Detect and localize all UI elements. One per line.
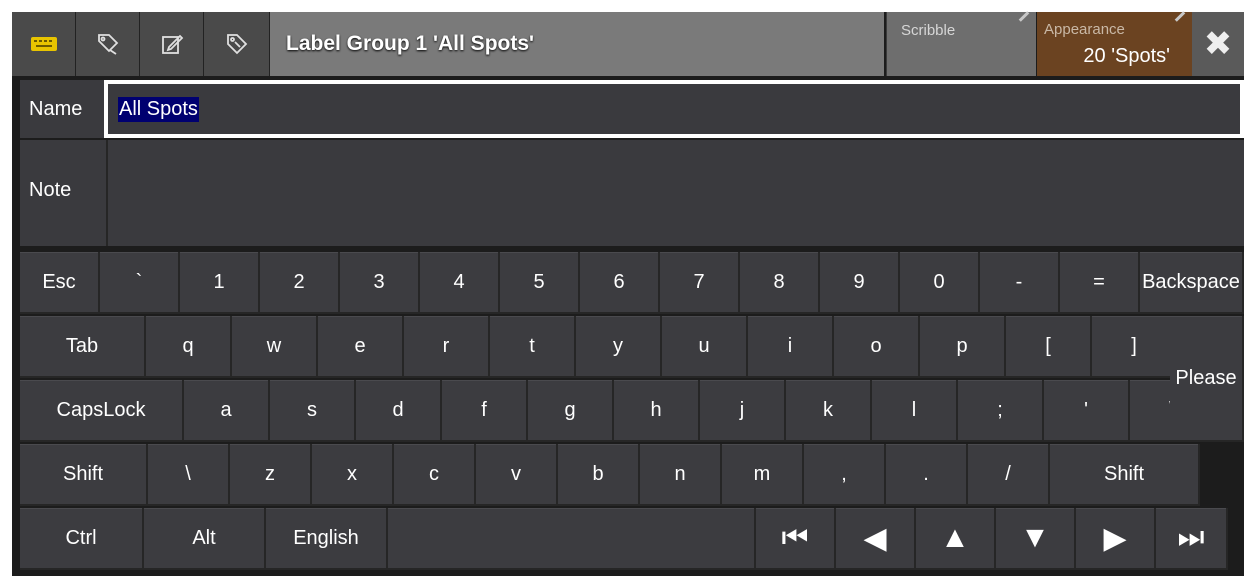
key-slash[interactable]: /: [968, 444, 1050, 506]
scribble-button[interactable]: Scribble: [886, 11, 1036, 76]
key-open-bracket[interactable]: [: [1006, 316, 1092, 378]
first-icon: ⏮: [781, 521, 809, 554]
key-m[interactable]: m: [722, 444, 804, 506]
key-a[interactable]: a: [184, 380, 270, 442]
on-screen-keyboard: Esc ` 1 2 3 4 5 6 7 8 9 0- = Backspace Tab q w e r t y u i o p[]…: [20, 252, 1244, 572]
key-close-bracket[interactable]: ]: [1092, 316, 1178, 378]
key-7[interactable]: 7: [660, 252, 740, 314]
key-2[interactable]: 2: [260, 252, 340, 314]
key-h[interactable]: h: [614, 380, 700, 442]
key-please[interactable]: Please: [1170, 316, 1244, 442]
key-w[interactable]: w: [232, 316, 318, 378]
key-4[interactable]: 4: [420, 252, 500, 314]
key-j[interactable]: j: [700, 380, 786, 442]
note-input[interactable]: [108, 140, 1244, 246]
key-r[interactable]: r: [404, 316, 490, 378]
appearance-value: 20 'Spots': [1083, 45, 1170, 67]
right-arrow-icon: ▶: [1103, 521, 1127, 555]
keyboard-icon-button[interactable]: [12, 12, 76, 76]
pencil-icon: [1174, 11, 1186, 22]
key-c[interactable]: c: [394, 444, 476, 506]
key-backspace[interactable]: Backspace: [1140, 252, 1244, 314]
key-capslock[interactable]: CapsLock: [20, 380, 184, 442]
label-pen-button[interactable]: [76, 12, 140, 76]
key-z[interactable]: z: [230, 444, 312, 506]
key-p[interactable]: p: [920, 316, 1006, 378]
key-y[interactable]: y: [576, 316, 662, 378]
key-v[interactable]: v: [476, 444, 558, 506]
close-button[interactable]: ✖: [1192, 12, 1244, 76]
up-arrow-icon: ▲: [940, 521, 970, 554]
keyboard-icon: [30, 37, 57, 51]
appearance-button[interactable]: Appearance 20 'Spots': [1037, 11, 1192, 76]
edit-icon: [161, 34, 183, 54]
key-n[interactable]: n: [640, 444, 722, 506]
first-key[interactable]: ⏮: [756, 508, 836, 570]
key-backslash[interactable]: \: [148, 444, 230, 506]
key-equals[interactable]: =: [1060, 252, 1140, 314]
edit-button[interactable]: [140, 12, 204, 76]
key-f[interactable]: f: [442, 380, 528, 442]
key-9[interactable]: 9: [820, 252, 900, 314]
key-6[interactable]: 6: [580, 252, 660, 314]
note-label: Note: [20, 140, 108, 246]
name-input-value: All Spots: [118, 97, 199, 122]
key-5[interactable]: 5: [500, 252, 580, 314]
name-input[interactable]: All Spots: [104, 80, 1244, 138]
label-editor-window: Label Group 1 'All Spots' Scribble Appea…: [12, 11, 1244, 576]
key-esc[interactable]: Esc: [20, 252, 100, 314]
key-0[interactable]: 0: [900, 252, 980, 314]
name-label: Name: [20, 80, 104, 138]
key-e[interactable]: e: [318, 316, 404, 378]
key-g[interactable]: g: [528, 380, 614, 442]
left-arrow-icon: ◀: [863, 521, 887, 555]
left-arrow-key[interactable]: ◀: [836, 508, 916, 570]
key-i[interactable]: i: [748, 316, 834, 378]
key-alt[interactable]: Alt: [144, 508, 266, 570]
key-8[interactable]: 8: [740, 252, 820, 314]
pencil-icon: [1018, 11, 1030, 22]
key-backtick[interactable]: `: [100, 252, 180, 314]
key-t[interactable]: t: [490, 316, 576, 378]
down-arrow-key[interactable]: ▼: [996, 508, 1076, 570]
key-shift-left[interactable]: Shift: [20, 444, 148, 506]
close-icon: ✖: [1203, 25, 1233, 63]
scribble-label: Scribble: [901, 22, 956, 39]
key-ctrl[interactable]: Ctrl: [20, 508, 144, 570]
key-minus[interactable]: -: [980, 252, 1060, 314]
key-period[interactable]: .: [886, 444, 968, 506]
last-key[interactable]: ⏭: [1156, 508, 1228, 570]
key-x[interactable]: x: [312, 444, 394, 506]
up-arrow-key[interactable]: ▲: [916, 508, 996, 570]
key-comma[interactable]: ,: [804, 444, 886, 506]
label-pen-icon: [97, 34, 118, 55]
last-icon: ⏭: [1177, 521, 1205, 554]
key-blank[interactable]: [388, 508, 756, 570]
down-arrow-icon: ▼: [1020, 521, 1050, 554]
key-k[interactable]: k: [786, 380, 872, 442]
key-o[interactable]: o: [834, 316, 920, 378]
key-shift-right[interactable]: Shift: [1050, 444, 1200, 506]
key-1[interactable]: 1: [180, 252, 260, 314]
key-english[interactable]: English: [266, 508, 388, 570]
key-d[interactable]: d: [356, 380, 442, 442]
key-semicolon[interactable]: ;: [958, 380, 1044, 442]
key-b[interactable]: b: [558, 444, 640, 506]
window-title: Label Group 1 'All Spots': [270, 12, 884, 76]
key-u[interactable]: u: [662, 316, 748, 378]
key-3[interactable]: 3: [340, 252, 420, 314]
tag-icon: [226, 34, 247, 55]
key-s[interactable]: s: [270, 380, 356, 442]
key-q[interactable]: q: [146, 316, 232, 378]
key-quote[interactable]: ': [1044, 380, 1130, 442]
appearance-label: Appearance: [1044, 21, 1125, 38]
key-l[interactable]: l: [872, 380, 958, 442]
right-arrow-key[interactable]: ▶: [1076, 508, 1156, 570]
key-tab[interactable]: Tab: [20, 316, 146, 378]
tag-button[interactable]: [204, 12, 270, 76]
